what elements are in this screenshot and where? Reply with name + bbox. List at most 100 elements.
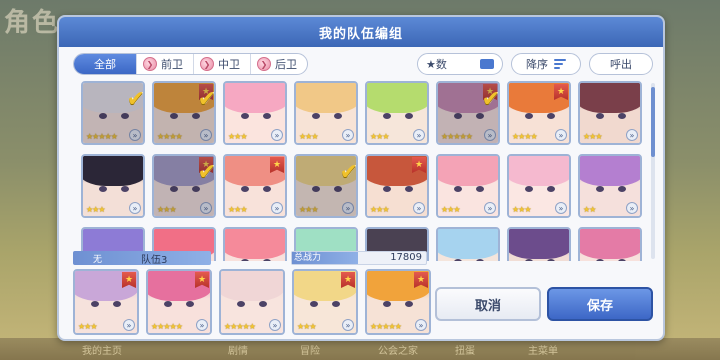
portrait-eyes [310, 301, 340, 307]
sort-toggle-icon [480, 59, 494, 69]
character-card[interactable]: ★★★ » [294, 81, 358, 145]
scrollbar-thumb[interactable] [651, 87, 655, 157]
character-card[interactable] [436, 227, 500, 261]
star-rating: ★★★ [86, 205, 105, 214]
star-rating: ★★★ [583, 132, 602, 141]
selected-check-icon: ✔ [481, 87, 500, 112]
tab-rear[interactable]: ❯ 后卫 [251, 54, 307, 74]
portrait-hair [438, 229, 498, 259]
star-rating: ★★★ [370, 205, 389, 214]
save-button[interactable]: 保存 [547, 287, 653, 321]
unlist-label: 呼出 [610, 58, 632, 71]
character-card[interactable]: ★★★» ✔ [294, 154, 358, 218]
filter-toolbar: 全部 ❯ 前卫 ❯ 中卫 ❯ 后卫 ★数 降序 呼出 [73, 53, 653, 75]
portrait-eyes [525, 186, 555, 192]
tab-front[interactable]: ❯ 前卫 [137, 54, 194, 74]
cancel-label: 取消 [474, 298, 501, 314]
party-member-slots: ★★★» ★ ★★★★★» ★ ★★★★★» ★★★» ★ ★★★★★» ★ [73, 269, 431, 335]
portrait-eyes [164, 301, 194, 307]
rank-chevron-icon: » [413, 202, 425, 214]
total-power-bar: 总战力 17809 [291, 251, 427, 265]
portrait-eyes [91, 301, 121, 307]
character-card[interactable]: ★★★★★» ✔ [81, 81, 145, 145]
party-member-card[interactable]: ★★★★★» ★ [146, 269, 212, 335]
sort-controls: ★数 降序 呼出 [417, 53, 653, 75]
sort-order-label: 降序 [526, 58, 548, 71]
portrait-eyes [383, 301, 413, 307]
rank-chevron-icon: » [415, 319, 427, 331]
tab-rear-label: 后卫 [275, 58, 297, 71]
party-member-card[interactable]: ★★★★★» ★ [365, 269, 431, 335]
star-rating: ★★★★★ [151, 322, 183, 331]
star-rating: ★★★★ [512, 132, 538, 141]
portrait-eyes [454, 259, 484, 261]
party-name: 队伍3 [141, 255, 168, 266]
portrait-eyes [596, 186, 626, 192]
portrait-eyes [241, 113, 271, 119]
character-card[interactable]: ★★★ » [223, 81, 287, 145]
portrait-eyes [241, 186, 271, 192]
character-card[interactable]: ★★★ » [578, 81, 642, 145]
tab-all[interactable]: 全部 [74, 54, 137, 74]
party-edit-dialog: 我的队伍编组 全部 ❯ 前卫 ❯ 中卫 ❯ 后卫 ★数 降序 呼出 ★★★★★» ✔ ★★… [57, 15, 665, 341]
character-grid: ★★★★★» ✔ ★★★★» ★ ✔ ★★★» ★★★» ★★★» ★★★★★» ★ ✔ ★★★★» ★… [81, 81, 645, 261]
character-card[interactable]: ★★★ » [365, 81, 429, 145]
character-card[interactable]: ★★★★» ★ ✔ [152, 81, 216, 145]
portrait-hair [296, 83, 356, 113]
sort-descending-icon [554, 59, 566, 69]
rank-chevron-icon: » [626, 202, 638, 214]
tab-all-label: 全部 [94, 58, 116, 71]
character-card[interactable] [507, 227, 571, 261]
star-rating: ★★★★★ [224, 322, 256, 331]
sort-by-stars-button[interactable]: ★数 [417, 53, 503, 75]
rank-chevron-icon: » [555, 129, 567, 141]
rank-chevron-icon: » [484, 202, 496, 214]
middle-role-icon: ❯ [200, 57, 214, 71]
front-role-icon: ❯ [143, 57, 157, 71]
character-card[interactable]: ★★★» ★ [223, 154, 287, 218]
background-menu-item: 我的主页 [82, 346, 122, 357]
character-card[interactable]: ★★★★» ★ [507, 81, 571, 145]
character-card[interactable]: ★★★ » [436, 154, 500, 218]
party-member-card[interactable]: ★★★★★ » [219, 269, 285, 335]
rear-role-icon: ❯ [257, 57, 271, 71]
character-card[interactable]: ★★★ » [81, 154, 145, 218]
character-card[interactable] [578, 227, 642, 261]
role-filter-tabs: 全部 ❯ 前卫 ❯ 中卫 ❯ 后卫 [73, 53, 308, 75]
star-rating: ★★★ [228, 132, 247, 141]
total-power-label: 总战力 [292, 252, 358, 264]
star-rating: ★★★ [297, 322, 316, 331]
character-card[interactable]: ★★★★★» ★ ✔ [436, 81, 500, 145]
rank-chevron-icon: » [196, 319, 208, 331]
character-card[interactable]: ★★ » [578, 154, 642, 218]
cancel-button[interactable]: 取消 [435, 287, 541, 321]
portrait-eyes [312, 113, 342, 119]
character-card[interactable]: ★★★» ★ ✔ [152, 154, 216, 218]
star-rating: ★★★★★ [370, 322, 402, 331]
tab-middle[interactable]: ❯ 中卫 [194, 54, 251, 74]
save-label: 保存 [586, 298, 613, 314]
grid-scrollbar[interactable] [651, 83, 655, 259]
portrait-hair [509, 229, 569, 259]
background-menu-item: 公会之家 [378, 346, 418, 357]
party-member-card[interactable]: ★★★» ★ [292, 269, 358, 335]
star-rating: ★★★ [370, 132, 389, 141]
background-bottom-menu: 我的主页 剧情 冒险 公会之家 扭蛋 主菜单 [0, 338, 720, 360]
unlist-button[interactable]: 呼出 [589, 53, 653, 75]
rank-chevron-icon: » [626, 129, 638, 141]
rank-chevron-icon: » [123, 319, 135, 331]
party-member-card[interactable]: ★★★» ★ [73, 269, 139, 335]
portrait-hair [580, 83, 640, 113]
star-rating: ★★★ [228, 205, 247, 214]
portrait-hair [83, 156, 143, 186]
selected-check-icon: ✔ [197, 160, 216, 185]
background-screen-title: 角色 [4, 8, 61, 38]
tab-front-label: 前卫 [161, 58, 183, 71]
sort-order-button[interactable]: 降序 [511, 53, 581, 75]
rank-chevron-icon: » [342, 319, 354, 331]
character-card[interactable]: ★★★ » [507, 154, 571, 218]
background-menu-item: 冒险 [300, 346, 320, 357]
portrait-eyes [454, 186, 484, 192]
total-power-value: 17809 [390, 252, 422, 263]
character-card[interactable]: ★★★» ★ [365, 154, 429, 218]
